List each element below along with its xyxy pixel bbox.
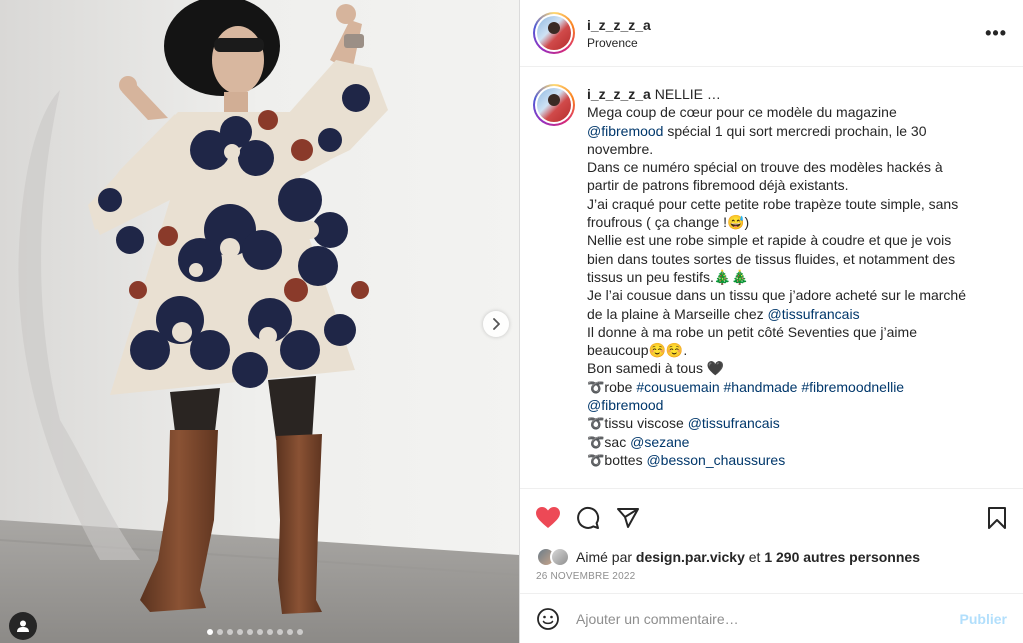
user-icon [17,620,29,632]
caption-line: Il donne à ma robe un petit côté Seventi… [587,323,987,341]
carousel-dot [217,629,223,635]
caption-section: i_z_z_z_a NELLIE … Mega coup de cœur pour… [520,67,1023,489]
comment-input[interactable] [576,610,960,627]
carousel-dot [207,629,213,635]
heart-filled-icon [536,507,560,528]
caption-line: partir de patrons fibremood déjà existan… [587,176,987,194]
carousel-dot [267,629,273,635]
publish-button[interactable]: Publier [960,611,1007,627]
caption-text-segment: Mega coup de cœur pour ce modèle du maga… [587,104,897,121]
carousel-dot [247,629,253,635]
mention-link[interactable]: @besson_chaussures [646,452,785,468]
caption-text-segment: de la plaine à Marseille chez [587,305,768,322]
comment-button[interactable] [574,504,602,532]
save-button[interactable] [983,504,1011,532]
caption-text-segment: NELLIE … [654,86,721,102]
caption-text-segment: Dans ce numéro spécial on trouve des mod… [587,159,943,176]
caption-text-segment: ➰bottes [587,451,647,468]
mention-link[interactable]: @tissufrancais [768,306,860,322]
caption-line: Je l’ai cousue dans un tissu que j’adore… [587,286,987,304]
caption-text-segment: ➰sac [587,433,631,450]
post-date[interactable]: 26 NOVEMBRE 2022 [520,567,1023,593]
post-side-panel: i_z_z_z_a Provence ••• i_z_z_z_a NELLIE … [519,0,1023,643]
chevron-right-icon [493,318,500,330]
avatar [537,16,571,50]
mention-link[interactable]: @tissufrancais [688,415,780,431]
caption-text-segment: spécial 1 qui sort mercredi prochain, le… [663,122,927,139]
caption-line: tissus un peu festifs.🎄🎄 [587,268,987,286]
caption-text-segment: novembre. [587,140,654,157]
caption-text-segment: ➰tissu viscose [587,415,688,432]
caption-line: @fibremood spécial 1 qui sort mercredi p… [587,122,987,140]
post-header: i_z_z_z_a Provence ••• [520,0,1023,67]
emoji-icon[interactable] [536,607,560,631]
header-username[interactable]: i_z_z_z_a [587,17,985,33]
instagram-post: i_z_z_z_a Provence ••• i_z_z_z_a NELLIE … [0,0,1023,643]
carousel-dot [297,629,303,635]
caption-line: ➰sac @sezane [587,433,987,451]
paper-plane-icon [617,508,639,528]
caption-avatar [537,88,571,122]
likes-count[interactable]: 1 290 autres personnes [764,549,920,565]
comment-bar: Publier [520,593,1023,643]
caption-text-segment: Je l’ai cousue dans un tissu que j’adore… [587,287,966,304]
hashtag-link[interactable]: #cousuemain [636,379,719,395]
caption-line: Mega coup de cœur pour ce modèle du maga… [587,103,987,121]
bookmark-icon [988,507,1006,529]
more-options-button[interactable]: ••• [985,23,1007,44]
caption-text-segment: Nellie est une robe simple et rapide à c… [587,232,952,249]
carousel-dot [237,629,243,635]
action-bar [520,489,1023,547]
caption-text-segment: bien dans toutes sortes de tissus fluide… [587,250,956,267]
carousel-dot [257,629,263,635]
carousel-dot [287,629,293,635]
caption-line: J’ai craqué pour cette petite robe trapè… [587,195,987,213]
caption-line: de la plaine à Marseille chez @tissufran… [587,305,987,323]
caption-line: froufrous ( ça change !😅) [587,213,987,231]
caption-text-segment: ➰robe [587,378,637,395]
mention-link[interactable]: @fibremood [587,397,663,413]
next-slide-button[interactable] [483,311,509,337]
liker-username[interactable]: design.par.vicky [636,549,745,565]
caption-line: @fibremood [587,396,987,414]
caption-text-segment: Bon samedi à tous 🖤 [587,360,725,377]
comment-icon [577,506,600,529]
caption-text-segment: partir de patrons fibremood déjà existan… [587,177,849,194]
hashtag-link[interactable]: #fibremoodnellie [801,379,904,395]
hashtag-link[interactable]: #handmade [724,379,798,395]
caption-line: Dans ce numéro spécial on trouve des mod… [587,158,987,176]
caption-line: i_z_z_z_a NELLIE … [587,85,987,103]
caption-text-segment: J’ai craqué pour cette petite robe trapè… [587,195,959,212]
avatar-story-ring[interactable] [533,12,575,54]
caption-line: beaucoup☺️☺️. [587,341,987,359]
caption-avatar-ring[interactable] [533,84,575,126]
mention-link[interactable]: @fibremood [587,123,663,139]
share-button[interactable] [614,504,642,532]
caption-line: ➰tissu viscose @tissufrancais [587,414,987,432]
header-location[interactable]: Provence [587,36,985,50]
post-photo[interactable] [0,0,519,643]
caption-text-segment: Il donne à ma robe un petit côté Seventi… [587,323,917,340]
caption-line: Bon samedi à tous 🖤 [587,359,987,377]
like-button[interactable] [534,504,562,532]
caption-line: ➰bottes @besson_chaussures [587,451,987,469]
tagged-users-button[interactable] [9,612,37,640]
photo-image [0,0,519,643]
mention-link[interactable]: @sezane [630,434,689,450]
caption-text-segment: tissus un peu festifs.🎄🎄 [587,268,749,285]
caption-text-segment: froufrous ( ça change !😅) [587,214,750,231]
caption-line: ➰robe #cousuemain #handmade #fibremoodne… [587,378,987,396]
carousel-indicator [207,629,303,635]
carousel-dot [277,629,283,635]
caption-text-segment: beaucoup☺️☺️. [587,342,688,359]
caption-username[interactable]: i_z_z_z_a [587,86,655,102]
liker-avatar [550,547,570,567]
caption-text: i_z_z_z_a NELLIE … Mega coup de cœur pour… [587,85,987,488]
carousel-dot [227,629,233,635]
caption-line: bien dans toutes sortes de tissus fluide… [587,250,987,268]
likes-summary: Aimé par design.par.vicky et 1 290 autre… [520,547,1023,567]
caption-line: Nellie est une robe simple et rapide à c… [587,231,987,249]
caption-line: novembre. [587,140,987,158]
